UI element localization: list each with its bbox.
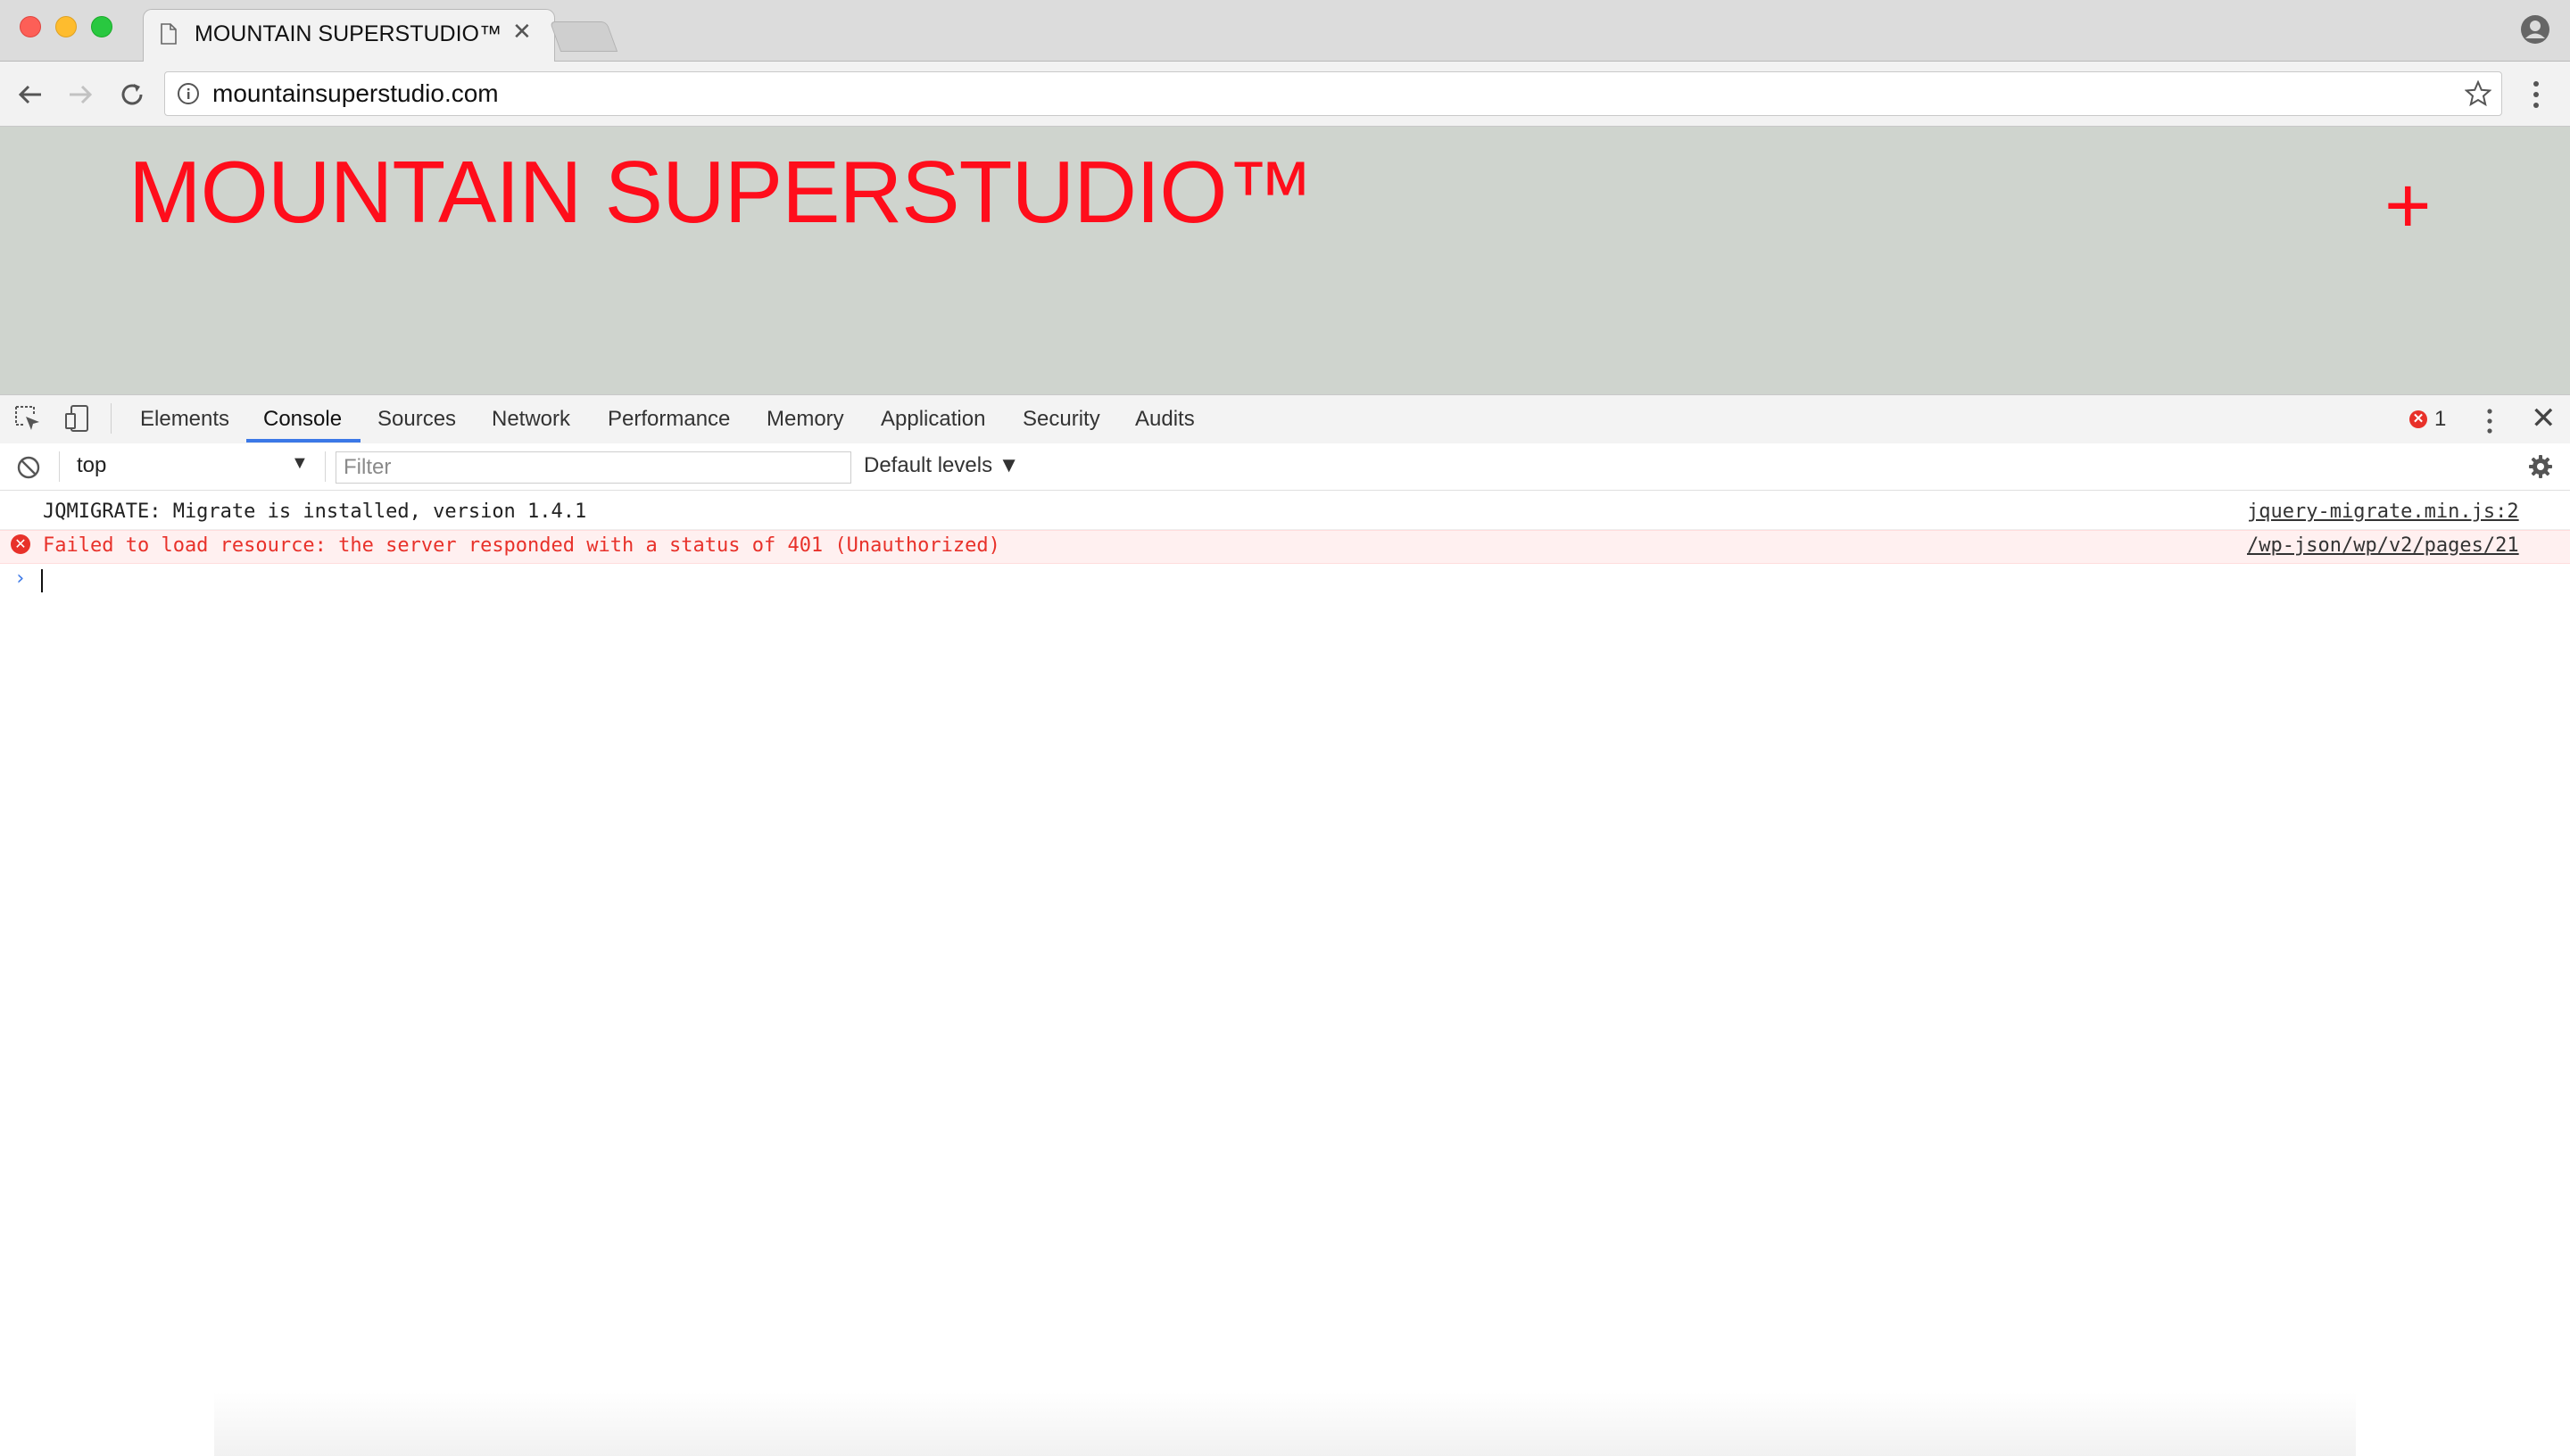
profile-icon[interactable] [2520,14,2550,45]
browser-menu-icon[interactable] [2531,79,2541,111]
devtools-close-button[interactable]: ✕ [2531,403,2557,434]
console-message-source-link[interactable]: jquery-migrate.min.js:2 [2247,500,2519,523]
console-error-text: Failed to load resource: the server resp… [43,534,1000,557]
console-toolbar-separator [59,451,60,482]
back-button[interactable] [12,77,48,112]
context-selector[interactable]: top [77,453,106,478]
inspect-element-icon[interactable] [12,403,43,434]
tab-application[interactable]: Application [881,407,985,432]
window-minimize-button[interactable] [55,16,77,37]
tab-network[interactable]: Network [492,407,570,432]
console-prompt-icon: › [14,567,27,590]
bottom-shadow [214,1392,2356,1456]
site-title[interactable]: MOUNTAIN SUPERSTUDIO™ [128,148,1314,236]
console-toolbar-separator [325,451,326,482]
info-icon[interactable] [177,82,200,105]
log-levels-dropdown[interactable]: Default levels ▼ [864,453,1020,478]
devtools-separator [111,403,112,434]
star-icon[interactable] [2465,80,2491,107]
console-filter-input[interactable] [336,451,851,484]
tab-console[interactable]: Console [263,407,342,432]
error-count-badge[interactable]: ✕ 1 [2409,407,2446,432]
context-dropdown-arrow-icon[interactable]: ▼ [291,453,309,474]
tab-performance[interactable]: Performance [608,407,730,432]
gear-icon[interactable] [2527,453,2554,480]
forward-arrow-icon [70,85,93,104]
kebab-menu-icon[interactable] [2486,407,2493,435]
console-error-source-link[interactable]: /wp-json/wp/v2/pages/21 [2247,534,2519,557]
back-arrow-icon [18,85,41,104]
window-close-button[interactable] [20,16,41,37]
tab-elements[interactable]: Elements [140,407,229,432]
console-input-caret[interactable] [41,569,43,592]
window-zoom-button[interactable] [91,16,112,37]
document-icon [161,23,177,45]
tab-security[interactable]: Security [1023,407,1100,432]
url-text[interactable]: mountainsuperstudio.com [212,79,499,108]
address-bar[interactable] [164,71,2502,116]
error-count: 1 [2434,407,2447,431]
active-tab-indicator [246,439,361,443]
device-toolbar-icon[interactable] [62,403,93,434]
new-tab-button[interactable] [549,21,618,52]
error-icon: ✕ [11,534,30,554]
error-icon: ✕ [2409,410,2427,428]
tab-memory[interactable]: Memory [767,407,844,432]
tab-title: MOUNTAIN SUPERSTUDIO™ [195,21,502,46]
tab-close-button[interactable]: ✕ [512,20,532,43]
plus-button[interactable]: + [2384,166,2432,246]
clear-console-icon[interactable] [16,455,41,480]
console-message-text: JQMIGRATE: Migrate is installed, version… [43,500,587,523]
forward-button[interactable] [62,77,98,112]
reload-icon [121,84,143,105]
tab-sources[interactable]: Sources [377,407,456,432]
tab-audits[interactable]: Audits [1135,407,1195,432]
reload-button[interactable] [114,77,150,112]
